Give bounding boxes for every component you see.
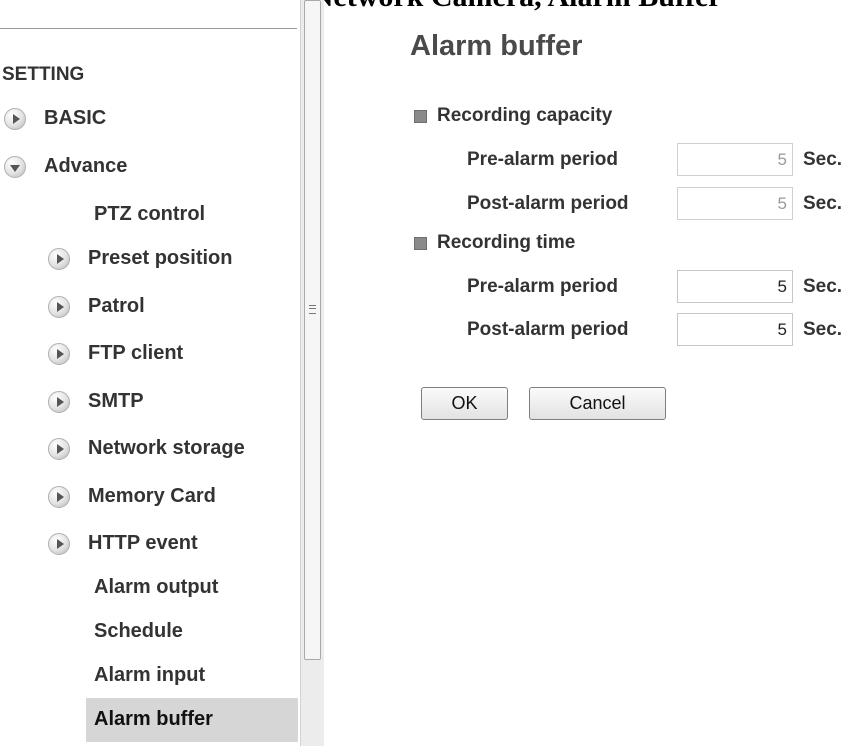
sidebar-item-ptz-control[interactable]: PTZ control [94,203,205,226]
group-title-label: Recording time [437,232,576,253]
sidebar-item-schedule[interactable]: Schedule [94,620,183,643]
sidebar-item-label: FTP client [88,342,184,364]
time-pre-alarm-unit: Sec. [803,276,843,297]
time-post-alarm-input[interactable]: 5 [677,313,793,346]
chevron-right-circle-icon [48,247,70,270]
sidebar: SETTING BASIC Advance PTZ control Preset… [0,0,300,746]
capacity-post-alarm-input: 5 [677,187,793,220]
sidebar-item-label: BASIC [44,107,107,129]
time-post-alarm-unit: Sec. [803,319,843,340]
group-title-label: Recording capacity [437,105,613,126]
sidebar-item-ftp-client[interactable]: FTP client [48,342,183,365]
cancel-button[interactable]: Cancel [529,387,666,420]
sidebar-item-alarm-buffer[interactable]: Alarm buffer [94,708,213,731]
square-bullet-icon [414,236,427,250]
time-post-alarm-label: Post-alarm period [467,319,629,340]
capacity-pre-alarm-unit: Sec. [803,149,843,170]
recording-capacity-heading: Recording capacity [414,105,612,127]
sidebar-item-label: Advance [44,155,128,177]
sidebar-item-patrol[interactable]: Patrol [48,295,145,318]
sidebar-item-smtp[interactable]: SMTP [48,390,144,413]
capacity-post-alarm-label: Post-alarm period [467,193,629,214]
sidebar-item-label: Memory Card [88,485,216,507]
scrollbar-thumb[interactable] [304,0,321,660]
sidebar-item-label: Preset position [88,247,233,269]
chevron-down-circle-icon [4,155,26,178]
capacity-post-alarm-unit: Sec. [803,193,843,214]
sidebar-item-basic[interactable]: BASIC [4,107,106,130]
sidebar-item-network-storage[interactable]: Network storage [48,437,245,460]
sidebar-scrollbar[interactable] [300,0,324,746]
sidebar-item-label: HTTP event [88,532,198,554]
chevron-right-circle-icon [48,390,70,413]
chevron-right-circle-icon [48,532,70,555]
sidebar-item-label: SMTP [88,390,144,412]
sidebar-item-alarm-output[interactable]: Alarm output [94,576,218,599]
sidebar-item-memory-card[interactable]: Memory Card [48,485,216,508]
chevron-right-circle-icon [48,437,70,460]
sidebar-heading: SETTING [2,64,85,85]
page-title: Alarm buffer [410,30,583,62]
sidebar-item-advance[interactable]: Advance [4,155,127,178]
time-pre-alarm-input[interactable]: 5 [677,270,793,303]
chevron-right-circle-icon [48,295,70,318]
recording-time-heading: Recording time [414,232,575,254]
time-pre-alarm-label: Pre-alarm period [467,276,618,297]
sidebar-item-preset-position[interactable]: Preset position [48,247,232,270]
ok-button[interactable]: OK [421,387,508,420]
capacity-pre-alarm-label: Pre-alarm period [467,149,618,170]
sidebar-item-label: Patrol [88,295,145,317]
scroll-grip-icon [309,305,316,314]
sidebar-divider [0,28,297,29]
chevron-right-circle-icon [48,342,70,365]
chevron-right-circle-icon [4,107,26,130]
sidebar-item-label: Network storage [88,437,245,459]
chevron-right-circle-icon [48,485,70,508]
sidebar-item-http-event[interactable]: HTTP event [48,532,198,555]
square-bullet-icon [414,109,427,123]
sidebar-item-alarm-input[interactable]: Alarm input [94,664,205,687]
capacity-pre-alarm-input: 5 [677,143,793,176]
